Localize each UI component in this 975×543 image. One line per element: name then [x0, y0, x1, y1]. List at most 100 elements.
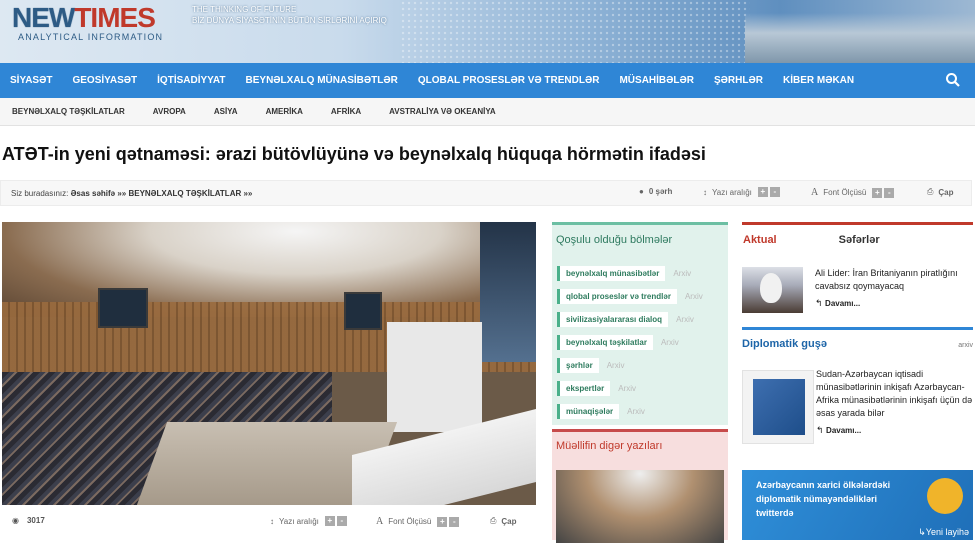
- subnav-item-amerika[interactable]: AMERİKA: [254, 107, 319, 116]
- print-icon: ⎙: [927, 187, 934, 196]
- tagline: THE THINKING OF FUTURE BİZ DÜNYA SİYASƏT…: [192, 4, 387, 26]
- new-project-label: Yeni layihə: [925, 527, 969, 537]
- archive-link[interactable]: arxiv: [958, 342, 973, 349]
- sections-box: Qoşulu olduğu bölmələr beynəlxalq münasi…: [552, 222, 728, 425]
- author-other-posts: Müəllifin digər yazıları: [552, 429, 728, 543]
- section-tag[interactable]: ekspertlər: [557, 381, 611, 396]
- main-navigation: SİYASƏT GEOSİYASƏT İQTİSADİYYAT BEYNƏLXA…: [0, 63, 975, 98]
- article-photo: [2, 222, 536, 505]
- subnav-item-avropa[interactable]: AVROPA: [141, 107, 202, 116]
- section-tag[interactable]: sivilizasiyalararası dialoq: [557, 312, 669, 327]
- logo-subtitle: ANALYTICAL INFORMATION: [18, 32, 164, 42]
- breadcrumb-path[interactable]: Əsas səhifə »» BEYNƏLXALQ TƏŞKİLATLAR »»: [71, 189, 253, 198]
- news-headline[interactable]: Ali Lider: İran Britaniyanın piratlığını…: [815, 267, 973, 293]
- print-button[interactable]: ⎙ Çap: [927, 187, 954, 197]
- nav-item-iqtisadiyyat[interactable]: İQTİSADİYYAT: [147, 63, 235, 98]
- eye-icon: ◉: [12, 516, 19, 525]
- print-button-bottom[interactable]: ⎙ Çap: [490, 516, 517, 526]
- print-icon: ⎙: [490, 516, 497, 525]
- diplomatic-corner-widget: Diplomatik guşə arxiv Sudan-Azərbaycan i…: [742, 327, 973, 462]
- font-size-icon: A: [811, 187, 819, 198]
- section-tag[interactable]: beynəlxalq münasibətlər: [557, 266, 666, 281]
- section-tag[interactable]: şərhlər: [557, 358, 599, 373]
- archive-link[interactable]: Arxiv: [673, 269, 691, 278]
- nav-item-beynelxalq[interactable]: BEYNƏLXALQ MÜNASİBƏTLƏR: [236, 63, 408, 98]
- line-spacing-control-bottom: ↕ Yazı aralığı + -: [270, 516, 347, 526]
- world-map-graphic: [400, 0, 750, 63]
- section-tag[interactable]: beynəlxalq təşkilatlar: [557, 335, 653, 350]
- subnav-item-avstraliya[interactable]: AVSTRALİYA VƏ OKEANİYA: [377, 107, 512, 116]
- breadcrumb-prefix: Siz buradasınız:: [11, 189, 69, 198]
- line-spacing-control: ↕ Yazı aralığı + -: [703, 187, 780, 197]
- line-spacing-minus-button[interactable]: -: [769, 187, 780, 197]
- archive-link[interactable]: Arxiv: [627, 407, 645, 416]
- sub-navigation: BEYNƏLXALQ TƏŞKİLATLAR AVROPA ASİYA AMER…: [0, 98, 975, 126]
- line-spacing-label: Yazı aralığı: [279, 516, 319, 526]
- font-size-icon: A: [376, 516, 384, 527]
- font-size-minus-button[interactable]: -: [884, 187, 895, 198]
- site-banner: NEWTIMES ANALYTICAL INFORMATION THE THIN…: [0, 0, 975, 63]
- font-size-control-bottom: A Font Ölçüsü + -: [376, 516, 460, 527]
- comment-icon: ●: [639, 187, 644, 196]
- news-thumbnail[interactable]: [742, 267, 803, 313]
- video-screen: [98, 288, 148, 328]
- nav-item-musahibeler[interactable]: MÜSAHİBƏLƏR: [609, 63, 704, 98]
- nav-item-serhler[interactable]: ŞƏRHLƏR: [704, 63, 773, 98]
- archive-link[interactable]: Arxiv: [676, 315, 694, 324]
- tagline-line-2: BİZ DÜNYA SİYASƏTİNİN BÜTÜN SİRLƏRİNİ AÇ…: [192, 16, 387, 25]
- subnav-item-teskilatlar[interactable]: BEYNƏLXALQ TƏŞKİLATLAR: [0, 107, 141, 116]
- tab-seferler[interactable]: Səfərlər: [839, 234, 880, 246]
- diplomatic-corner-header[interactable]: Diplomatik guşə: [742, 338, 973, 350]
- nav-item-kiber[interactable]: KİBER MƏKAN: [773, 63, 864, 98]
- article-title: ATƏT-in yeni qətnaməsi: ərazi bütövlüyün…: [2, 144, 706, 164]
- nav-item-qlobal[interactable]: QLOBAL PROSESLƏR VƏ TRENDLƏR: [408, 63, 610, 98]
- section-tag[interactable]: münaqişələr: [557, 404, 620, 419]
- subnav-item-afrika[interactable]: AFRİKA: [319, 107, 377, 116]
- font-size-control: A Font Ölçüsü + -: [811, 187, 895, 198]
- aktual-widget: Aktual Səfərlər Ali Lider: İran Britaniy…: [742, 222, 973, 322]
- breadcrumb-bar: Siz buradasınız: Əsas səhifə »» BEYNƏLXA…: [0, 180, 972, 206]
- arrow-icon: ↳: [918, 527, 926, 537]
- font-size-label: Font Ölçüsü: [388, 517, 432, 526]
- archive-link[interactable]: Arxiv: [607, 361, 625, 370]
- book-thumbnail[interactable]: [742, 370, 814, 444]
- search-icon[interactable]: [945, 72, 961, 88]
- promo-text: Azərbaycanın xarici ölkələrdəki diplomat…: [756, 480, 891, 518]
- nav-item-siyaset[interactable]: SİYASƏT: [0, 63, 62, 98]
- line-spacing-icon: ↕: [270, 516, 274, 526]
- tagline-line-1: THE THINKING OF FUTURE: [192, 5, 297, 14]
- line-spacing-plus-button[interactable]: +: [757, 187, 768, 197]
- line-spacing-minus-button[interactable]: -: [336, 516, 347, 526]
- section-tag[interactable]: qlobal proseslər və trendlər: [557, 289, 677, 304]
- comment-count[interactable]: ● 0 şərh: [639, 187, 672, 196]
- video-screen: [344, 292, 382, 330]
- stage-backdrop: [387, 322, 482, 432]
- read-more-link[interactable]: Davamı...: [826, 426, 861, 435]
- social-icons: [927, 478, 963, 514]
- article-stats-bar: ◉ 3017 ↕ Yazı aralığı + - A Font Ölçüsü …: [2, 507, 536, 533]
- line-spacing-plus-button[interactable]: +: [324, 516, 335, 526]
- archive-link[interactable]: Arxiv: [685, 292, 703, 301]
- tab-aktual[interactable]: Aktual: [743, 234, 777, 246]
- reply-arrow-icon: ↰: [815, 298, 826, 308]
- font-size-plus-button[interactable]: +: [872, 187, 883, 198]
- subnav-item-asiya[interactable]: ASİYA: [202, 107, 254, 116]
- font-size-label: Font Ölçüsü: [823, 188, 867, 197]
- post-thumbnail[interactable]: [556, 470, 724, 543]
- reply-arrow-icon: ↰: [816, 425, 827, 435]
- archive-link[interactable]: Arxiv: [661, 338, 679, 347]
- news-headline[interactable]: Sudan-Azərbaycan iqtisadi münasibətlərin…: [816, 368, 973, 420]
- twitter-promo-banner[interactable]: Azərbaycanın xarici ölkələrdəki diplomat…: [742, 470, 973, 540]
- read-more-link[interactable]: Davamı...: [825, 299, 860, 308]
- archive-link[interactable]: Arxiv: [618, 384, 636, 393]
- section-tags: beynəlxalq münasibətlər Arxiv qlobal pros…: [557, 266, 703, 427]
- line-spacing-icon: ↕: [703, 187, 707, 197]
- sections-header: Qoşulu olduğu bölmələr: [556, 234, 673, 246]
- font-size-minus-button[interactable]: -: [449, 516, 460, 527]
- site-logo[interactable]: NEWTIMES: [12, 2, 156, 34]
- view-count: ◉ 3017: [12, 516, 45, 525]
- large-screen: [480, 222, 536, 362]
- nav-item-geosiyaset[interactable]: GEOSİYASƏT: [62, 63, 147, 98]
- author-other-posts-header: Müəllifin digər yazıları: [556, 440, 663, 452]
- font-size-plus-button[interactable]: +: [437, 516, 448, 527]
